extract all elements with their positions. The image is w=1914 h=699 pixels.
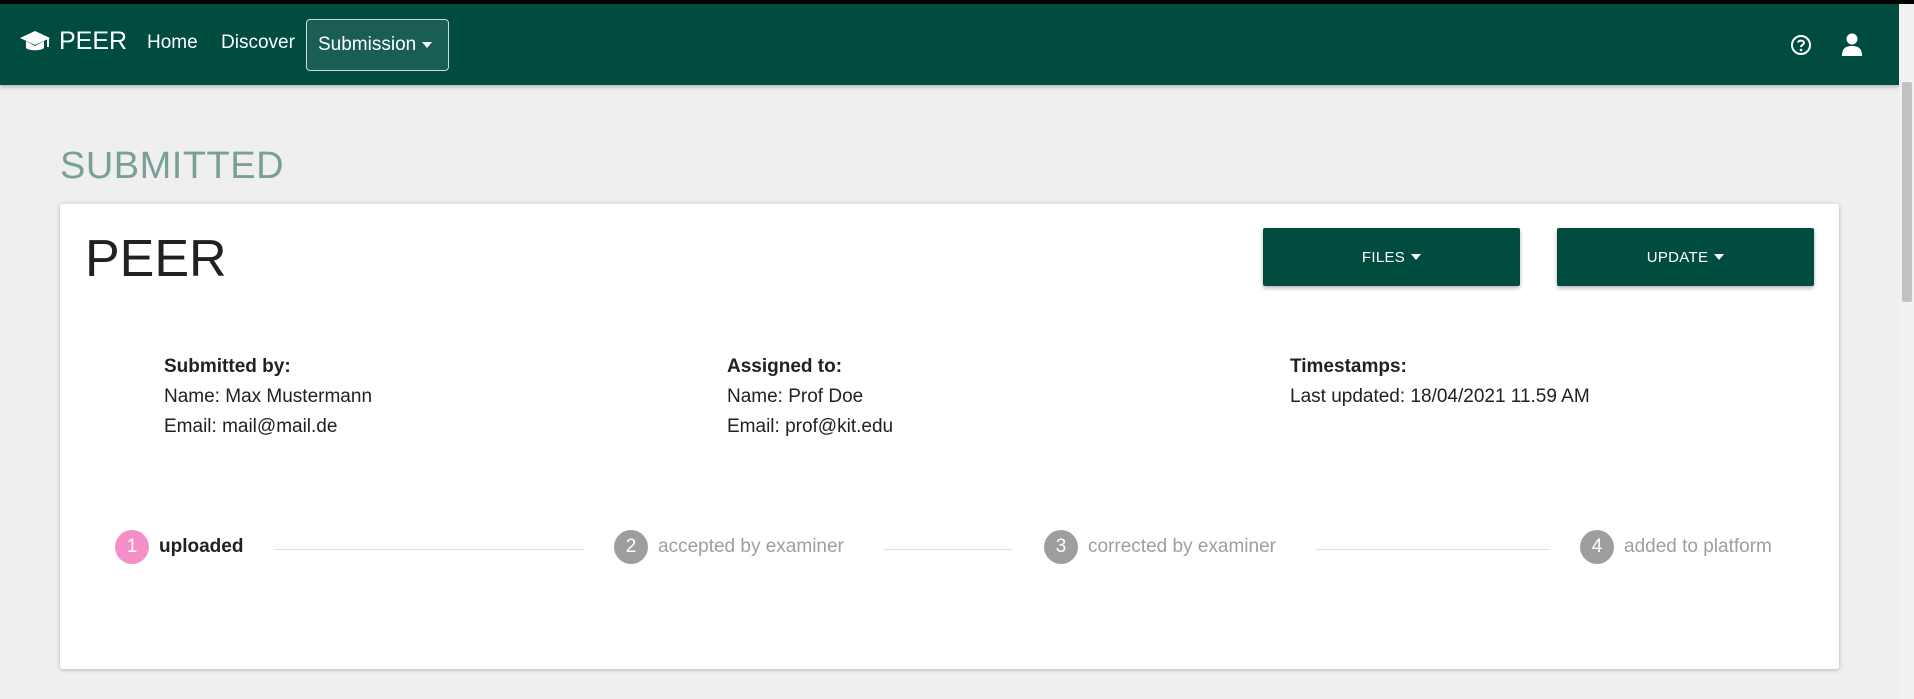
update-button[interactable]: UPDATE bbox=[1557, 228, 1814, 286]
submitted-by-section: Submitted by: Name: Max Mustermann Email… bbox=[164, 352, 372, 442]
step-added-to-platform: 4 added to platform bbox=[1580, 530, 1772, 564]
brand-label: PEER bbox=[59, 27, 128, 55]
submitter-email: Email: mail@mail.de bbox=[164, 416, 338, 437]
step-label: accepted by examiner bbox=[658, 536, 844, 557]
assigned-to-heading: Assigned to: bbox=[727, 356, 843, 377]
submitter-name: Name: Max Mustermann bbox=[164, 386, 373, 407]
submission-card: PEER FILES UPDATE Submitted by: Name: Ma… bbox=[60, 204, 1839, 669]
brand[interactable]: PEER bbox=[19, 27, 127, 56]
files-button-label: FILES bbox=[1361, 248, 1406, 266]
assignee-name: Name: Prof Doe bbox=[727, 386, 864, 407]
card-title: PEER bbox=[85, 230, 227, 288]
question-circle-icon[interactable] bbox=[1790, 34, 1812, 56]
progress-stepper: 1 uploaded 2 accepted by examiner 3 corr… bbox=[115, 530, 1795, 570]
step-label: uploaded bbox=[159, 536, 244, 557]
caret-down-icon bbox=[1714, 254, 1725, 260]
step-number: 4 bbox=[1580, 530, 1614, 564]
step-connector bbox=[274, 549, 584, 550]
step-connector bbox=[883, 549, 1013, 550]
timestamps-heading: Timestamps: bbox=[1290, 356, 1407, 377]
user-icon[interactable] bbox=[1842, 33, 1862, 56]
files-button[interactable]: FILES bbox=[1263, 228, 1520, 286]
step-number: 3 bbox=[1044, 530, 1078, 564]
navbar: PEER Home Discover Submission bbox=[0, 4, 1899, 85]
timestamps-section: Timestamps: Last updated: 18/04/2021 11.… bbox=[1290, 352, 1590, 412]
assignee-email: Email: prof@kit.edu bbox=[727, 416, 894, 437]
step-label: added to platform bbox=[1624, 536, 1772, 557]
step-number: 1 bbox=[115, 530, 149, 564]
assigned-to-section: Assigned to: Name: Prof Doe Email: prof@… bbox=[727, 352, 893, 442]
step-number: 2 bbox=[614, 530, 648, 564]
update-button-label: UPDATE bbox=[1646, 248, 1709, 266]
step-label: corrected by examiner bbox=[1088, 536, 1276, 557]
step-uploaded: 1 uploaded bbox=[115, 530, 243, 564]
step-accepted-by-examiner: 2 accepted by examiner bbox=[614, 530, 844, 564]
submitted-by-heading: Submitted by: bbox=[164, 356, 291, 377]
submission-dropdown-label: Submission bbox=[318, 34, 417, 55]
caret-down-icon bbox=[1411, 254, 1422, 260]
scrollbar-thumb[interactable] bbox=[1902, 82, 1912, 302]
graduation-cap-icon bbox=[20, 30, 50, 50]
submission-dropdown[interactable]: Submission bbox=[306, 19, 449, 71]
nav-discover-link[interactable]: Discover bbox=[221, 32, 295, 54]
step-corrected-by-examiner: 3 corrected by examiner bbox=[1044, 530, 1276, 564]
nav-home-link[interactable]: Home bbox=[147, 32, 198, 54]
step-connector bbox=[1315, 549, 1550, 550]
page-title: SUBMITTED bbox=[60, 145, 285, 187]
last-updated-timestamp: Last updated: 18/04/2021 11.59 AM bbox=[1290, 386, 1590, 407]
caret-down-icon bbox=[422, 42, 433, 48]
